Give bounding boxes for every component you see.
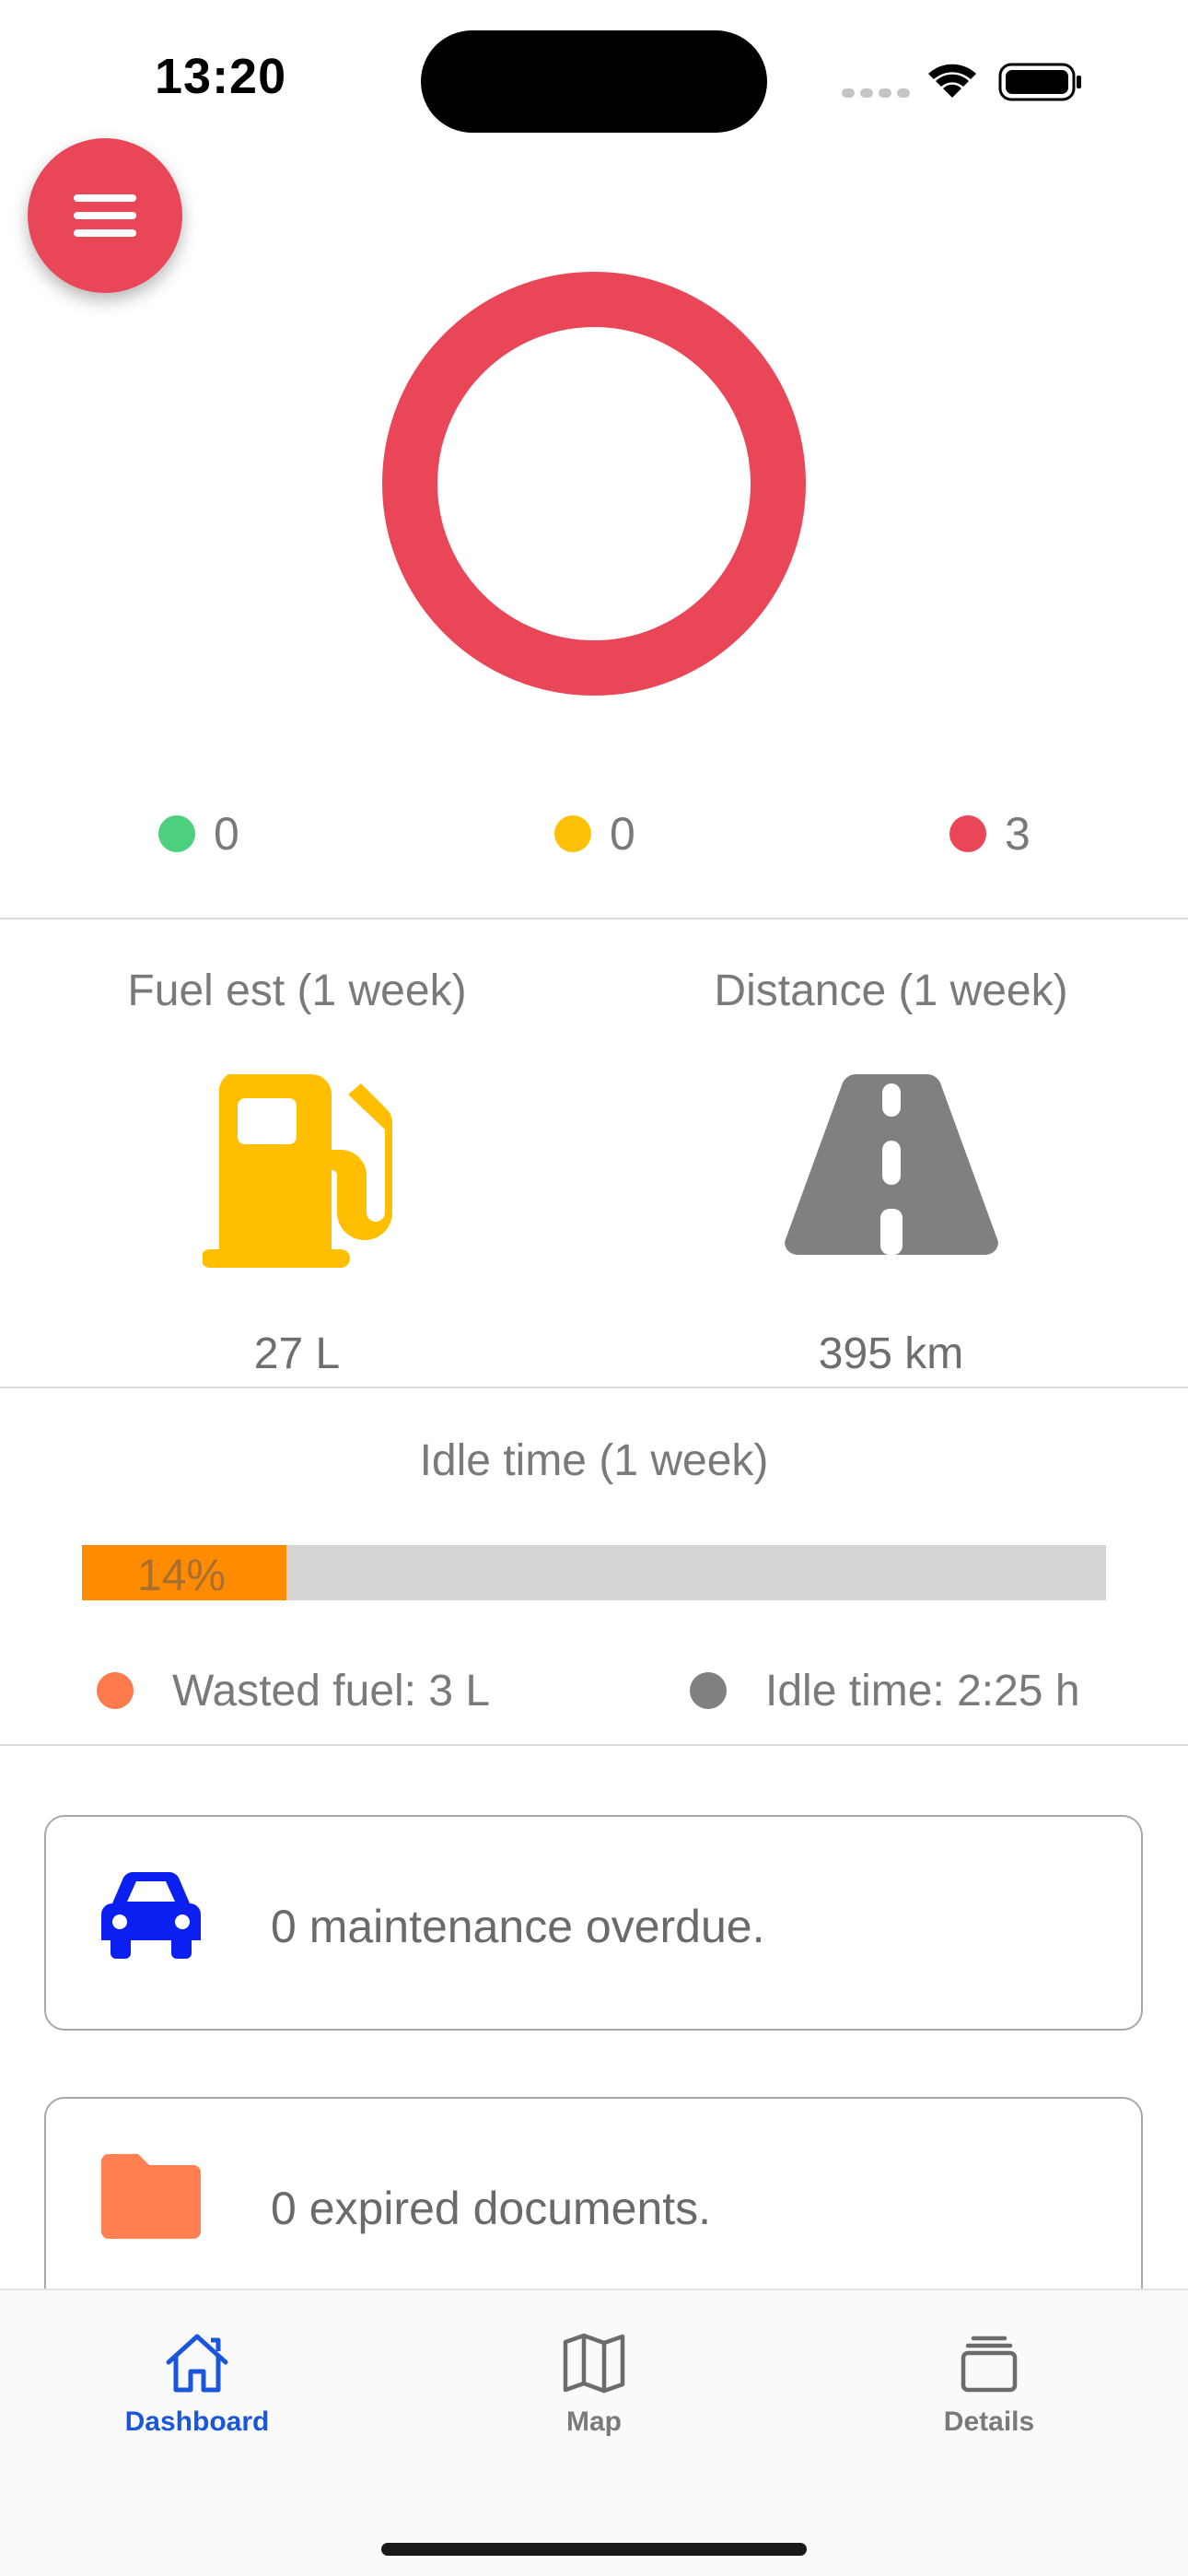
fuel-title: Fuel est (1 week) [127,966,467,1015]
folder-icon [101,2154,201,2239]
legend-yellow: 0 [554,802,635,866]
idle-time-legend: Idle time: 2:25 h [690,1658,1080,1723]
maintenance-card[interactable]: 0 maintenance overdue. [44,1815,1143,2031]
fuel-value: 27 L [253,1329,341,1378]
hamburger-menu-icon [74,194,136,237]
tab-dashboard-label: Dashboard [124,2406,270,2437]
legend-green: 0 [158,802,239,866]
status-icons [842,63,1081,101]
legend-green-count: 0 [214,808,239,860]
idle-title: Idle time (1 week) [419,1436,769,1485]
idle-time-text: Idle time: 2:25 h [765,1666,1080,1715]
legend-red: 3 [949,802,1031,866]
green-dot [158,815,195,852]
menu-button[interactable] [28,138,182,293]
tab-details[interactable]: Details [842,2333,1136,2438]
idle-progress-bar: 14% [82,1545,1106,1600]
red-dot [949,815,986,852]
tab-details-label: Details [943,2406,1035,2437]
gray-dot [690,1672,727,1709]
documents-card[interactable]: 0 expired documents. [44,2097,1143,2313]
stack-icon [961,2336,1018,2393]
donut-segment-red[interactable] [382,272,806,696]
yellow-dot [554,815,591,852]
tab-map-label: Map [566,2406,622,2437]
battery-icon [998,63,1081,101]
legend-red-count: 3 [1005,808,1031,860]
orange-dot [97,1672,134,1709]
home-indicator [381,2543,807,2556]
status-donut-chart[interactable] [382,272,806,696]
tab-dashboard[interactable]: Dashboard [50,2333,344,2438]
road-icon [785,1074,998,1255]
divider [0,918,1188,919]
fuel-pump-icon [203,1074,392,1268]
home-icon [166,2334,228,2393]
distance-title: Distance (1 week) [714,966,1068,1015]
tab-map[interactable]: Map [447,2333,741,2438]
tab-bar: Dashboard Map Details [0,2289,1188,2576]
idle-percent-label: 14% [137,1551,227,1600]
documents-text: 0 expired documents. [271,2183,712,2234]
cellular-signal-icon [842,88,910,98]
car-icon [101,1872,201,1959]
divider [0,1387,1188,1388]
wasted-fuel-legend: Wasted fuel: 3 L [97,1658,490,1723]
wasted-fuel-text: Wasted fuel: 3 L [172,1666,491,1715]
maintenance-text: 0 maintenance overdue. [271,1901,765,1952]
wifi-icon [928,64,976,98]
legend-yellow-count: 0 [610,808,635,860]
distance-value: 395 km [818,1329,964,1378]
status-time: 13:20 [155,49,287,104]
dynamic-island [421,30,767,133]
map-icon [563,2333,625,2394]
divider [0,1744,1188,1746]
